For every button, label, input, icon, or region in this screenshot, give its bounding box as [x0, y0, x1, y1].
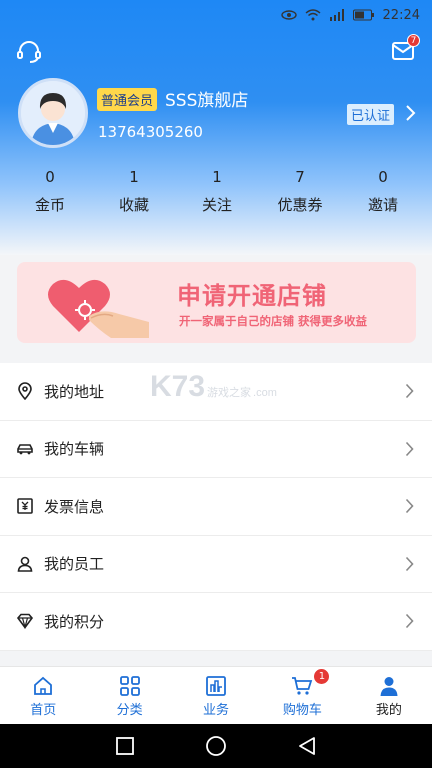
tab-label: 购物车 [282, 703, 322, 718]
banner-subtitle: 开一家属于自己的店铺 获得更多收益 [179, 314, 368, 328]
stat-invite[interactable]: 0 邀请 [334, 168, 432, 215]
chevron-right-icon[interactable] [404, 104, 416, 122]
back-icon[interactable] [296, 735, 318, 757]
chevron-right-icon [405, 556, 414, 571]
watermark-logo: K73 [150, 370, 206, 403]
chevron-right-icon [405, 614, 414, 629]
stats-row: 0 金币 1 收藏 1 关注 7 优惠券 0 邀请 [0, 168, 432, 215]
open-store-banner[interactable]: 申请开通店铺 开一家属于自己的店铺 获得更多收益 [17, 262, 416, 343]
site-watermark: K73 游戏之家 .com [150, 370, 277, 404]
watermark-sub: 游戏之家 [207, 387, 252, 399]
tab-label: 首页 [30, 703, 57, 718]
employee-icon [17, 556, 33, 572]
heart-hand-icon [48, 279, 149, 338]
avatar-illustration [21, 81, 85, 145]
message-button[interactable]: 7 [392, 34, 420, 60]
menu-item-label: 我的积分 [44, 612, 105, 631]
stat-value: 0 [45, 168, 55, 186]
shop-name: SSS旗舰店 [165, 91, 249, 111]
phone-number: 13764305260 [98, 123, 203, 141]
status-bar: 22:24 [0, 0, 432, 30]
signal-icon [329, 9, 344, 21]
chevron-right-icon [405, 384, 414, 399]
home-icon [34, 676, 53, 695]
stat-label: 邀请 [367, 196, 398, 214]
avatar[interactable] [18, 78, 88, 148]
tab-home[interactable]: 首页 [0, 667, 86, 724]
member-level-badge: 普通会员 [97, 88, 158, 111]
menu-item-vehicles[interactable]: 我的车辆 [0, 421, 432, 478]
tab-mine[interactable]: 我的 [346, 667, 432, 724]
message-badge: 7 [407, 34, 420, 47]
menu-item-invoice[interactable]: 发票信息 [0, 478, 432, 536]
profile-header: 7 普通会员 SSS旗舰店 13764305260 已认证 0 金币 1 收藏 … [0, 0, 432, 255]
stat-label: 优惠券 [277, 196, 323, 214]
wifi-icon [305, 9, 320, 21]
verified-badge[interactable]: 已认证 [346, 104, 394, 125]
bottom-tab-bar: 首页 分类 业务 1 购物车 我的 [0, 666, 432, 724]
stat-value: 7 [295, 168, 305, 186]
diamond-icon [16, 613, 34, 630]
recent-apps-icon[interactable] [114, 735, 136, 757]
car-icon [17, 443, 33, 455]
tab-label: 我的 [375, 703, 402, 718]
user-icon [380, 677, 398, 696]
customer-service-icon[interactable] [16, 40, 42, 64]
stat-label: 关注 [201, 196, 232, 214]
stat-label: 金币 [34, 196, 65, 214]
stat-value: 1 [129, 168, 139, 186]
menu-item-employees[interactable]: 我的员工 [0, 536, 432, 593]
eye-icon [280, 10, 297, 20]
tab-label: 业务 [203, 703, 230, 718]
chevron-right-icon [405, 441, 414, 456]
stat-label: 收藏 [118, 196, 149, 214]
tab-cart[interactable]: 1 购物车 [259, 667, 345, 724]
stat-following[interactable]: 1 关注 [168, 168, 266, 215]
menu-item-label: 发票信息 [44, 497, 105, 516]
tab-label: 分类 [116, 703, 143, 718]
status-time: 22:24 [382, 7, 420, 23]
menu-list: 我的地址 我的车辆 发票信息 我的员工 我的积分 [0, 363, 432, 651]
system-nav-bar [0, 724, 432, 768]
stat-coins[interactable]: 0 金币 [0, 168, 100, 215]
cart-icon [292, 677, 313, 695]
home-nav-icon[interactable] [205, 735, 227, 757]
location-icon [18, 382, 32, 401]
stat-value: 1 [212, 168, 222, 186]
tab-category[interactable]: 分类 [86, 667, 172, 724]
menu-item-label: 我的地址 [44, 382, 105, 401]
menu-item-label: 我的车辆 [44, 440, 105, 459]
watermark-domain: .com [253, 387, 277, 399]
stat-favorites[interactable]: 1 收藏 [100, 168, 168, 215]
grid-icon [119, 676, 140, 696]
tab-business[interactable]: 业务 [173, 667, 259, 724]
stat-value: 0 [378, 168, 388, 186]
stat-coupons[interactable]: 7 优惠券 [266, 168, 334, 215]
menu-item-label: 我的员工 [44, 555, 105, 574]
invoice-icon [17, 498, 33, 515]
business-icon [206, 676, 226, 696]
cart-badge: 1 [314, 669, 330, 684]
banner-title: 申请开通店铺 [177, 282, 327, 310]
battery-icon [352, 9, 374, 21]
chevron-right-icon [405, 499, 414, 514]
menu-item-points[interactable]: 我的积分 [0, 593, 432, 651]
